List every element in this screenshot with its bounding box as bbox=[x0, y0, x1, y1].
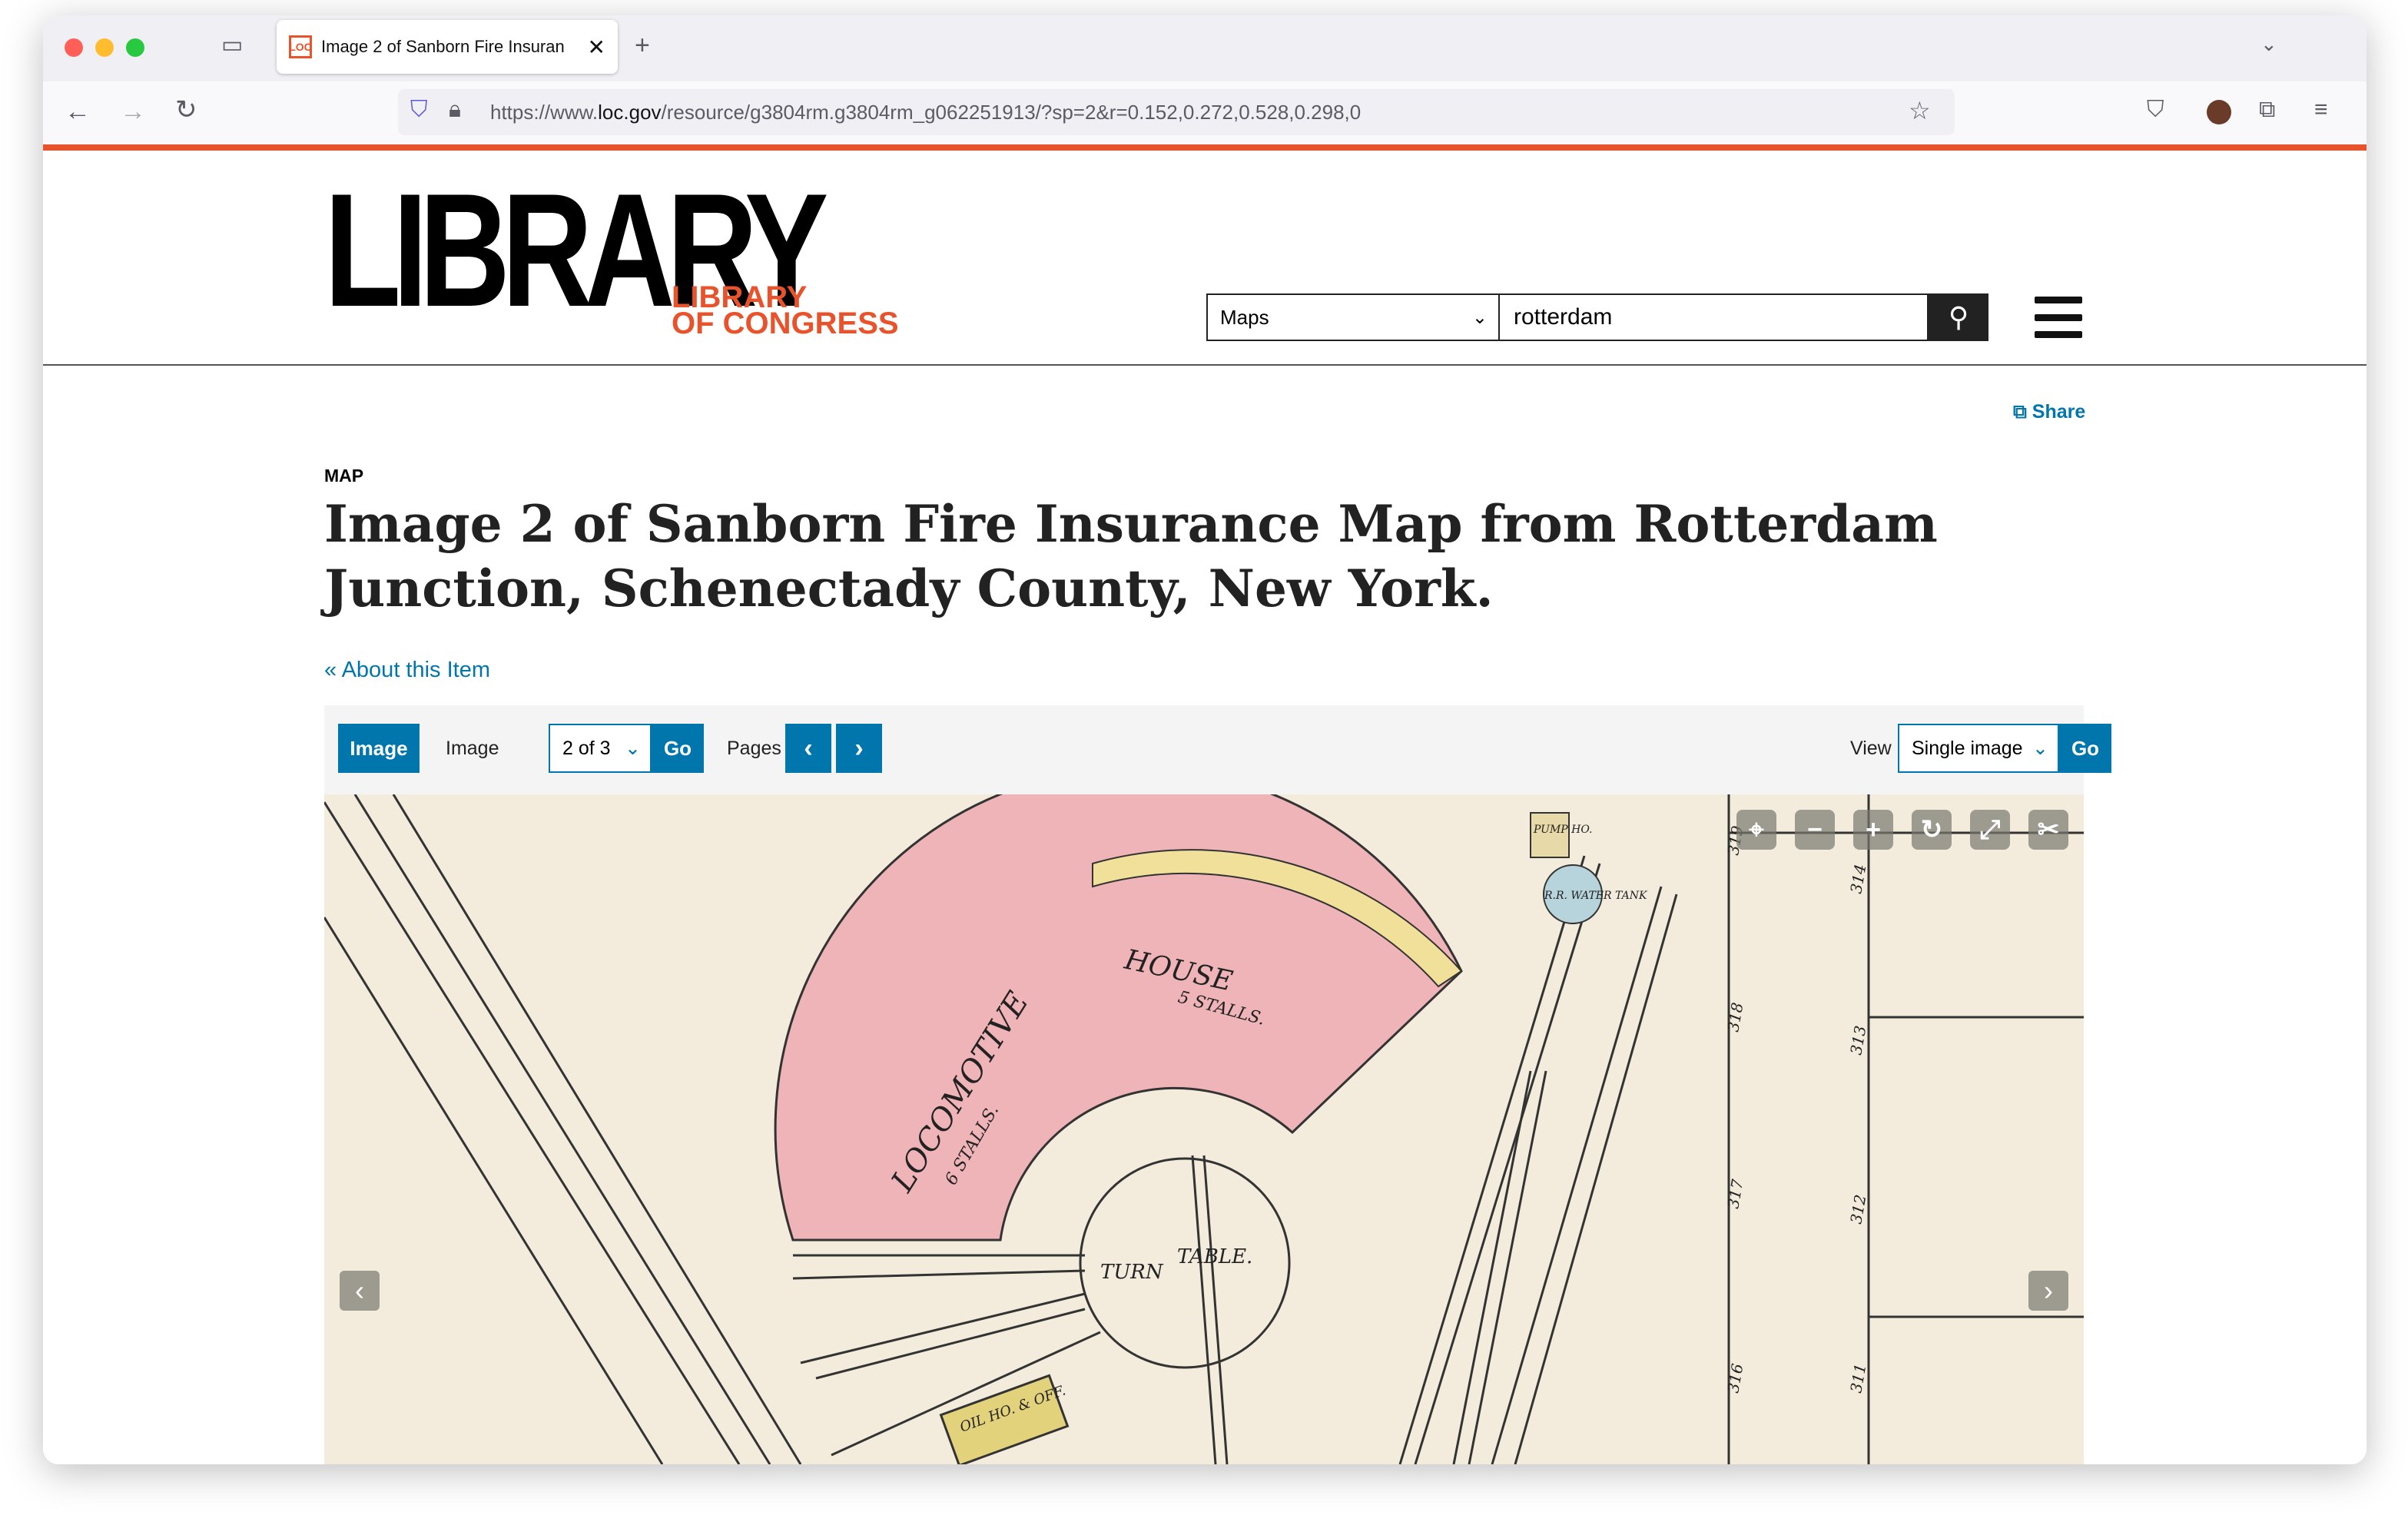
extensions-icon[interactable]: ⧉ bbox=[2259, 98, 2275, 121]
sanborn-map-image: LOCOMOTIVE HOUSE 6 STALLS. 5 STALLS. TUR… bbox=[324, 794, 2084, 1464]
avatar[interactable] bbox=[2207, 100, 2231, 124]
image-select[interactable]: 2 of 3 ⌄ bbox=[549, 724, 652, 773]
back-icon[interactable]: ← bbox=[65, 98, 91, 124]
scissors-icon: ✂ bbox=[2037, 815, 2060, 844]
svg-text:317: 317 bbox=[1723, 1178, 1746, 1210]
forward-icon[interactable]: → bbox=[120, 98, 146, 124]
search-icon: ⚲ bbox=[1948, 301, 1969, 333]
bookmark-star-icon[interactable]: ☆ bbox=[1909, 98, 1931, 123]
zoom-out-button[interactable]: − bbox=[1795, 810, 1835, 850]
chevron-left-icon: ‹ bbox=[355, 1275, 364, 1306]
svg-text:314: 314 bbox=[1846, 863, 1869, 895]
minimize-window-button[interactable] bbox=[95, 38, 114, 57]
map-label-water-tank: R.R. WATER TANK bbox=[1544, 890, 1648, 902]
view-go-button[interactable]: Go bbox=[2059, 724, 2111, 773]
view-select[interactable]: Single image ⌄ bbox=[1898, 724, 2059, 773]
share-icon: ⧉ bbox=[2013, 401, 2032, 423]
map-viewer[interactable]: LOCOMOTIVE HOUSE 6 STALLS. 5 STALLS. TUR… bbox=[324, 794, 2084, 1464]
loc-favicon-icon: LOC bbox=[289, 35, 312, 58]
zoom-in-button[interactable]: + bbox=[1853, 810, 1893, 850]
svg-text:313: 313 bbox=[1846, 1024, 1869, 1056]
home-button[interactable]: ⌖ bbox=[1736, 810, 1776, 850]
tab-title: Image 2 of Sanborn Fire Insuran bbox=[321, 37, 565, 56]
browser-window: ▭ LOC Image 2 of Sanborn Fire Insuran ✕ … bbox=[43, 15, 2367, 1464]
image-label: Image bbox=[446, 737, 499, 759]
map-label-turn: TURN bbox=[1100, 1261, 1164, 1284]
tab-overview-icon[interactable]: ▭ bbox=[221, 34, 243, 57]
expand-icon: ⤢ bbox=[1979, 814, 2001, 844]
close-tab-icon[interactable]: ✕ bbox=[588, 35, 605, 60]
rotate-button[interactable]: ↻ bbox=[1912, 810, 1952, 850]
previous-image-button[interactable]: ‹ bbox=[340, 1271, 380, 1311]
image-tab-button[interactable]: Image bbox=[338, 724, 420, 773]
page-title: Image 2 of Sanborn Fire Insurance Map fr… bbox=[324, 494, 1938, 618]
crosshair-icon: ⌖ bbox=[1749, 814, 1764, 844]
pocket-icon[interactable]: ⛉ bbox=[2147, 98, 2164, 121]
reload-icon[interactable]: ↻ bbox=[175, 97, 197, 123]
map-label-table: TABLE. bbox=[1177, 1245, 1252, 1268]
svg-text:311: 311 bbox=[1846, 1362, 1869, 1394]
about-item-link[interactable]: « About this Item bbox=[324, 658, 490, 683]
fullscreen-button[interactable]: ⤢ bbox=[1970, 810, 2010, 850]
url-prefix: https://www. bbox=[490, 100, 599, 124]
viewer-toolbar: Image Image 2 of 3 ⌄ Go Pages ‹ › View Si… bbox=[324, 705, 2111, 794]
map-label-pump-house: PUMP HO. bbox=[1533, 824, 1593, 836]
view-label: View bbox=[1850, 737, 1892, 759]
close-window-button[interactable] bbox=[65, 38, 83, 57]
next-image-button[interactable]: › bbox=[2028, 1271, 2068, 1311]
new-tab-icon[interactable]: + bbox=[635, 32, 650, 58]
pages-label: Pages bbox=[727, 737, 781, 759]
chevron-left-icon: ‹ bbox=[804, 733, 813, 763]
chevron-down-icon[interactable]: ⌄ bbox=[2260, 34, 2277, 54]
tab-active[interactable]: LOC Image 2 of Sanborn Fire Insuran ✕ bbox=[277, 20, 618, 74]
item-type-label: MAP bbox=[324, 466, 364, 486]
hamburger-menu-button[interactable] bbox=[2035, 297, 2082, 338]
maximize-window-button[interactable] bbox=[126, 38, 144, 57]
svg-text:318: 318 bbox=[1723, 1001, 1746, 1033]
loc-logo-subtitle[interactable]: LIBRARY OF CONGRESS bbox=[672, 282, 899, 339]
plus-icon: + bbox=[1866, 814, 1881, 844]
site-header: LIBRARY LIBRARY OF CONGRESS Maps ⌄ rotterd… bbox=[43, 151, 2367, 366]
prev-page-button[interactable]: ‹ bbox=[785, 724, 831, 773]
svg-text:316: 316 bbox=[1723, 1362, 1746, 1394]
minus-icon: − bbox=[1807, 814, 1823, 844]
url-path: /resource/g3804rm.g3804rm_g062251913/?sp… bbox=[661, 100, 1362, 124]
menu-icon[interactable]: ≡ bbox=[2314, 98, 2328, 121]
chevron-right-icon: › bbox=[854, 733, 864, 763]
nav-bar: ← → ↻ ⛉ 🔒︎ https://www. loc.gov/resource/… bbox=[43, 81, 2367, 144]
search-input[interactable]: rotterdam bbox=[1500, 293, 1929, 341]
svg-text:312: 312 bbox=[1846, 1193, 1869, 1225]
image-go-button[interactable]: Go bbox=[652, 724, 704, 773]
shield-icon: ⛉ bbox=[410, 97, 428, 122]
chevron-down-icon: ⌄ bbox=[1471, 307, 1488, 328]
url-domain: loc.gov bbox=[598, 100, 662, 124]
search-button[interactable]: ⚲ bbox=[1929, 293, 1988, 341]
url-bar[interactable]: ⛉ 🔒︎ https://www. loc.gov/resource/g3804r… bbox=[398, 89, 1955, 135]
lock-icon: 🔒︎ bbox=[449, 97, 461, 122]
chevron-right-icon: › bbox=[2044, 1275, 2053, 1306]
brand-stripe bbox=[43, 144, 2367, 151]
share-link[interactable]: ⧉ Share bbox=[2013, 401, 2085, 423]
tab-bar: ▭ LOC Image 2 of Sanborn Fire Insuran ✕ … bbox=[43, 15, 2367, 81]
rotate-icon: ↻ bbox=[1920, 815, 1943, 844]
search-scope-select[interactable]: Maps ⌄ bbox=[1206, 293, 1500, 341]
next-page-button[interactable]: › bbox=[836, 724, 882, 773]
clip-button[interactable]: ✂ bbox=[2028, 810, 2068, 850]
